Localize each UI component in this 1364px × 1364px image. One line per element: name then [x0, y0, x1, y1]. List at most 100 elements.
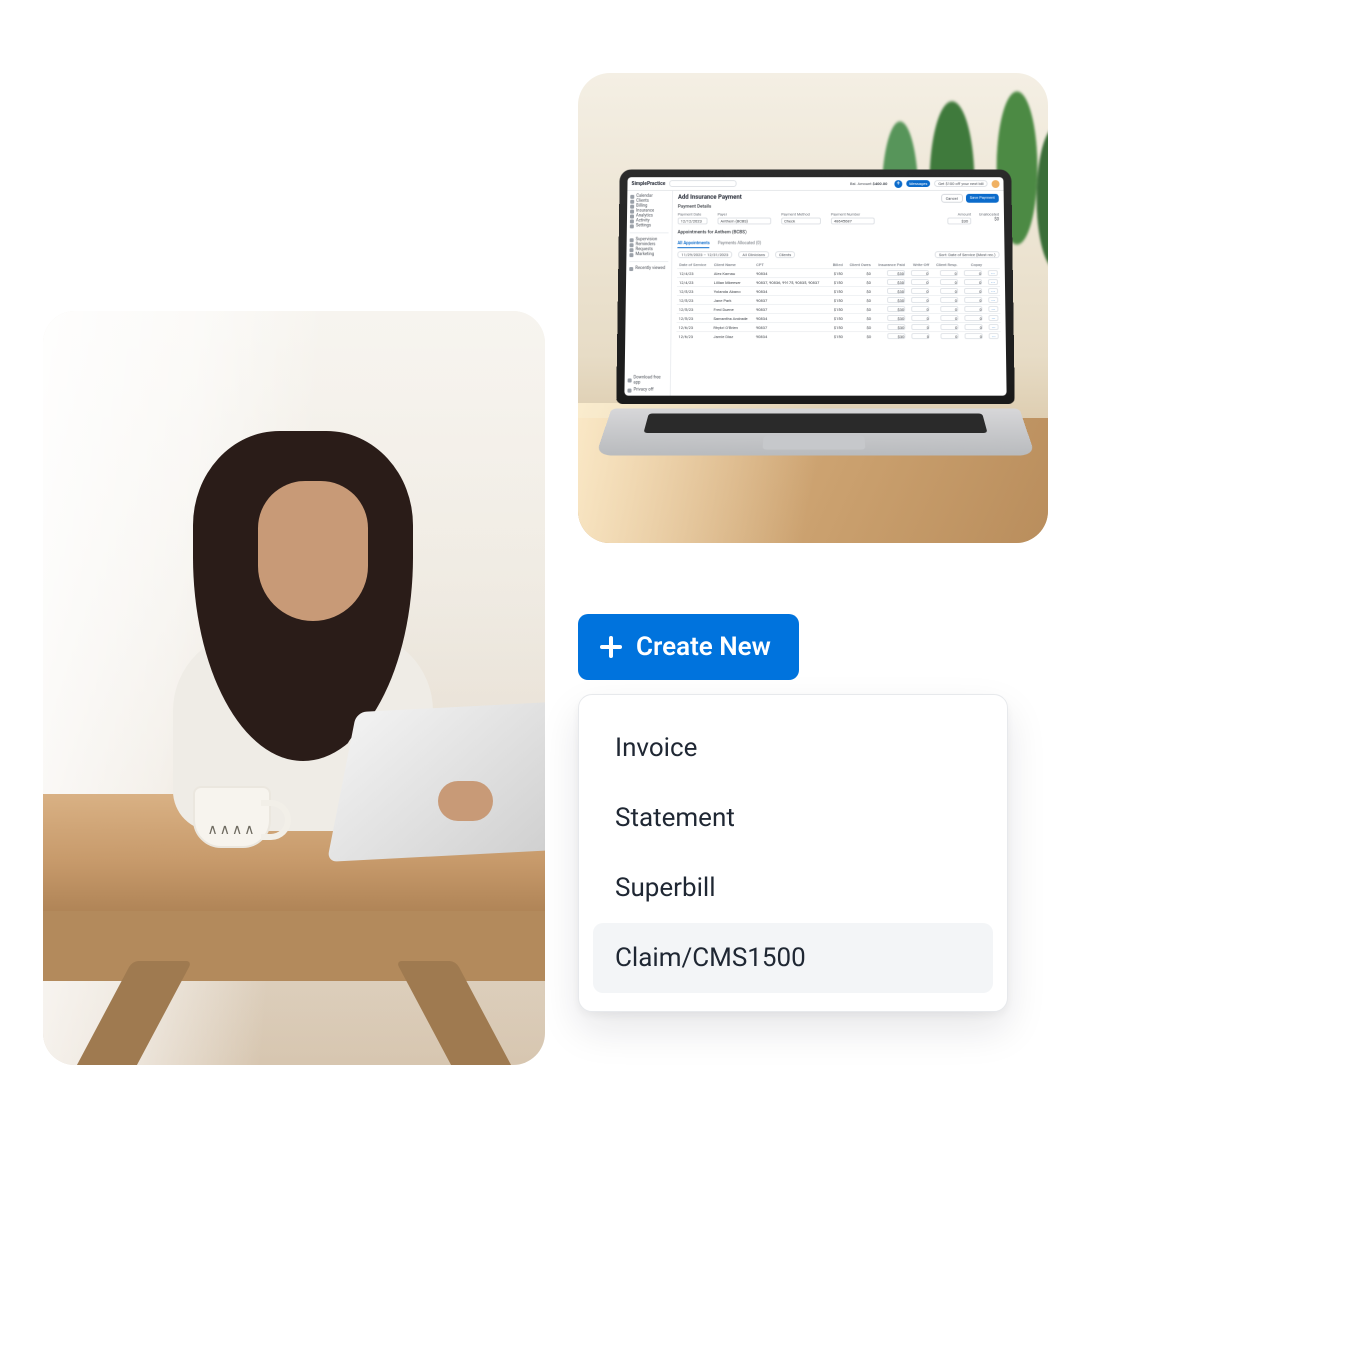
input-copay[interactable]: 0	[964, 297, 982, 303]
row-expand-button[interactable]: ⋯	[988, 279, 998, 285]
input-writeoff[interactable]: 0	[912, 306, 930, 312]
input-client-resp[interactable]: 0	[940, 297, 958, 303]
row-expand-button[interactable]: ⋯	[988, 306, 998, 312]
create-new-label: Create New	[636, 632, 771, 662]
col-cpt: CPT	[754, 261, 829, 268]
row-expand-button[interactable]: ⋯	[988, 297, 998, 303]
menu-item-statement[interactable]: Statement	[593, 783, 993, 853]
filter-clients[interactable]: Clients	[775, 251, 795, 258]
input-writeoff[interactable]: 0	[912, 324, 930, 330]
input-ins-paid[interactable]: $30	[887, 324, 905, 330]
input-writeoff[interactable]: 0	[911, 288, 929, 294]
col-dos: Date of Service	[677, 261, 712, 268]
table-row: 12/4/23Lillian Mbeeser90837, 90836, 9917…	[677, 278, 1000, 287]
brand-logo: SimplePractice	[631, 181, 665, 187]
input-writeoff[interactable]: 0	[912, 333, 930, 339]
input-client-resp[interactable]: 0	[940, 324, 958, 330]
input-writeoff[interactable]: 0	[912, 315, 930, 321]
input-copay[interactable]: 0	[964, 270, 982, 276]
table-row: 12/5/23Samantha Andrade90834$150$0$30000…	[677, 313, 1001, 322]
input-client-resp[interactable]: 0	[940, 288, 958, 294]
table-row: 12/5/23Yolanda Abano90834$150$0$30000⋯	[677, 286, 1000, 295]
photo-laptop	[327, 700, 545, 862]
col-writeoff: Write-Off	[907, 261, 932, 268]
label-method: Payment Method	[781, 212, 821, 217]
sidebar-item-marketing[interactable]: Marketing	[629, 252, 668, 257]
tab-all-appointments[interactable]: All Appointments	[677, 241, 709, 248]
input-ins-paid[interactable]: $30	[887, 333, 905, 339]
table-row: 12/6/23Jamie Diaz90834$150$0$30000⋯	[676, 332, 1000, 341]
input-client-resp[interactable]: 0	[940, 279, 958, 285]
input-client-resp[interactable]: 0	[940, 315, 958, 321]
input-writeoff[interactable]: 0	[911, 270, 929, 276]
input-payer[interactable]: Anthem (BCBS)	[717, 218, 771, 225]
add-icon[interactable]: +	[894, 180, 902, 188]
input-copay[interactable]: 0	[964, 288, 982, 294]
input-ins-paid[interactable]: $30	[887, 279, 905, 285]
col-copay: Copay	[960, 261, 985, 268]
input-number[interactable]: 48645687	[831, 218, 875, 225]
search-input[interactable]	[669, 180, 737, 187]
avatar[interactable]	[992, 180, 1000, 188]
save-payment-button[interactable]: Save Payment	[966, 194, 999, 203]
create-new-button[interactable]: Create New	[578, 614, 799, 680]
table-row: 12/4/23Alex Kamau90834$150$0$30000⋯	[677, 269, 1000, 278]
sidebar-download[interactable]: Download free app	[628, 375, 667, 385]
menu-item-claim-cms1500[interactable]: Claim/CMS1500	[593, 923, 993, 993]
row-expand-button[interactable]: ⋯	[989, 333, 999, 339]
input-writeoff[interactable]: 0	[911, 279, 929, 285]
input-ins-paid[interactable]: $30	[887, 315, 905, 321]
sidebar-privacy[interactable]: Privacy off	[627, 388, 666, 393]
input-client-resp[interactable]: 0	[940, 306, 958, 312]
sidebar-item-settings[interactable]: Settings	[630, 223, 669, 228]
tab-allocated[interactable]: Payments Allocated (0)	[718, 241, 761, 248]
row-expand-button[interactable]: ⋯	[989, 324, 999, 330]
input-writeoff[interactable]: 0	[912, 297, 930, 303]
col-client-owes: Client Owes	[845, 261, 873, 268]
plus-icon	[600, 636, 622, 658]
input-ins-paid[interactable]: $30	[887, 297, 905, 303]
input-copay[interactable]: 0	[965, 306, 983, 312]
row-expand-button[interactable]: ⋯	[988, 315, 998, 321]
messages-button[interactable]: Messages	[906, 180, 930, 187]
row-expand-button[interactable]: ⋯	[988, 270, 998, 276]
cancel-button[interactable]: Cancel	[941, 194, 963, 203]
laptop-keyboard	[596, 408, 1035, 455]
input-ins-paid[interactable]: $30	[887, 306, 905, 312]
table-row: 12/5/23Jane Park90837$150$0$30000⋯	[677, 295, 1000, 304]
label-unallocated: Unallocated	[979, 212, 999, 217]
input-copay[interactable]: 0	[965, 315, 983, 321]
sidebar: CalendarClientsBillingInsuranceAnalytics…	[624, 191, 673, 396]
table-row: 12/6/23Rhykri O'Brien90837$150$0$30000⋯	[677, 323, 1001, 332]
input-method[interactable]: Check	[781, 218, 821, 225]
app-topbar: SimplePractice Bal. Amount $400.00 + Mes…	[627, 177, 1003, 191]
input-copay[interactable]: 0	[964, 279, 982, 285]
value-unallocated: $0	[994, 218, 999, 223]
filter-date-range[interactable]: 11/29/2023 – 12/31/2023	[677, 251, 732, 258]
photo-practitioner	[43, 311, 545, 1065]
input-copay[interactable]: 0	[965, 324, 983, 330]
label-number: Payment Number	[831, 212, 875, 217]
app-screen: SimplePractice Bal. Amount $400.00 + Mes…	[624, 177, 1006, 395]
label-amount: Amount	[958, 212, 971, 217]
menu-item-superbill[interactable]: Superbill	[593, 853, 993, 923]
input-ins-paid[interactable]: $30	[887, 270, 905, 276]
input-payment-date[interactable]: 12/12/2023	[678, 218, 708, 225]
label-payer: Payer	[718, 212, 772, 217]
input-amount[interactable]: $30	[947, 218, 971, 225]
photo-laptop-app: SimplePractice Bal. Amount $400.00 + Mes…	[578, 73, 1048, 543]
input-client-resp[interactable]: 0	[940, 333, 958, 339]
row-expand-button[interactable]: ⋯	[988, 288, 998, 294]
filter-clinicians[interactable]: All Clinicians	[738, 251, 769, 258]
promo-pill[interactable]: Get $100 off your next bill	[934, 180, 987, 187]
sort-select[interactable]: Sort: Date of Service (Most rec.)	[935, 251, 1000, 258]
col-billed: Billed	[829, 261, 845, 268]
table-row: 12/5/23Fred Duene90837$150$0$30000⋯	[677, 304, 1001, 313]
input-ins-paid[interactable]: $30	[887, 288, 905, 294]
label-payment-date: Payment Date	[678, 212, 708, 217]
appts-title: Appointments for Anthem (BCBS)	[678, 230, 1000, 235]
input-client-resp[interactable]: 0	[940, 270, 958, 276]
input-copay[interactable]: 0	[965, 333, 983, 339]
sidebar-recent[interactable]: Recently viewed	[629, 266, 668, 271]
menu-item-invoice[interactable]: Invoice	[593, 713, 993, 783]
